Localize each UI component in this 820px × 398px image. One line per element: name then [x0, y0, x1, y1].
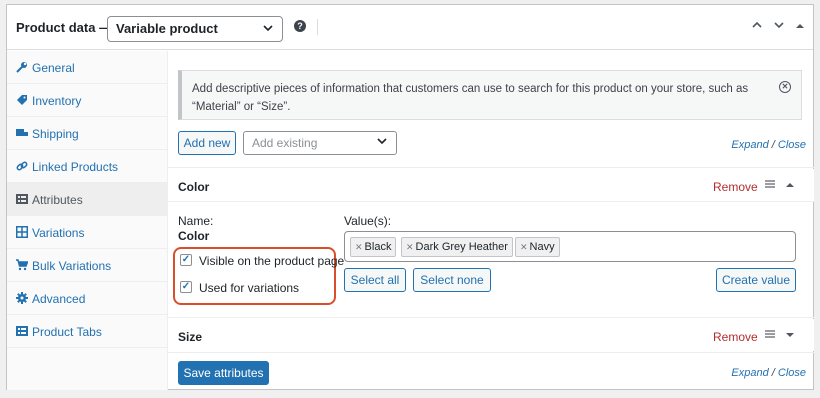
expand-close-links: Expand / Close: [731, 367, 806, 379]
tab-shipping-label: Shipping: [32, 127, 79, 141]
tab-advanced-label: Advanced: [32, 292, 86, 306]
select-all-button[interactable]: Select all: [344, 268, 406, 292]
used-for-variations-checkbox[interactable]: ✓: [180, 281, 192, 293]
close-icon[interactable]: ✕: [779, 81, 791, 93]
tab-product-tabs[interactable]: Product Tabs: [7, 315, 167, 348]
gear-icon: [16, 292, 28, 304]
product-data-header: Product data — Variable product ?: [7, 5, 813, 50]
grid-icon: [16, 226, 28, 238]
tab-inventory[interactable]: Inventory: [7, 84, 167, 117]
divider: [168, 201, 814, 202]
values-multiselect[interactable]: ✕ Black ✕ Dark Grey Heather ✕ Navy: [344, 231, 796, 262]
remove-attribute-link[interactable]: Remove: [713, 180, 758, 194]
value-tag[interactable]: ✕ Black: [350, 237, 397, 257]
tab-inventory-label: Inventory: [32, 94, 82, 108]
header-divider: [317, 19, 318, 35]
info-notice: Add descriptive pieces of information th…: [178, 70, 802, 120]
chevron-down-icon: [262, 22, 274, 37]
truck-icon: [16, 127, 28, 139]
attribute-header-size[interactable]: Size Remove: [168, 319, 814, 351]
tab-variations[interactable]: Variations: [7, 216, 167, 249]
product-data-tabs: General Inventory Shipping Linked Produc…: [7, 51, 168, 390]
expand-arrow-icon[interactable]: [785, 330, 795, 342]
expand-link[interactable]: Expand: [731, 139, 768, 151]
drag-handle-icon[interactable]: [764, 328, 776, 343]
add-existing-placeholder: Add existing: [252, 136, 318, 150]
divider: [168, 352, 814, 353]
visible-on-product-page-checkbox[interactable]: ✓: [180, 254, 192, 266]
tab-bulk-variations[interactable]: Bulk Variations: [7, 249, 167, 282]
value-tag-label: Dark Grey Heather: [415, 241, 508, 253]
tab-shipping[interactable]: Shipping: [7, 117, 167, 150]
info-notice-text: Add descriptive pieces of information th…: [192, 83, 749, 113]
table-icon: [16, 325, 28, 337]
add-existing-select[interactable]: Add existing: [243, 131, 397, 155]
value-tag-label: Navy: [529, 241, 555, 253]
remove-tag-icon[interactable]: ✕: [406, 242, 414, 252]
tag-icon: [16, 94, 28, 106]
tab-linked-products[interactable]: Linked Products: [7, 150, 167, 183]
value-tag-label: Black: [364, 241, 392, 253]
tab-attributes-label: Attributes: [32, 193, 83, 207]
attribute-name-value: Color: [178, 229, 210, 243]
remove-tag-icon[interactable]: ✕: [520, 242, 528, 252]
product-data-title: Product data —: [16, 20, 113, 35]
close-link[interactable]: Close: [778, 139, 806, 151]
save-attributes-button[interactable]: Save attributes: [178, 361, 269, 385]
close-link[interactable]: Close: [778, 367, 806, 379]
values-label: Value(s):: [344, 214, 392, 228]
product-type-select[interactable]: Variable product: [107, 16, 283, 42]
remove-tag-icon[interactable]: ✕: [355, 242, 363, 252]
drag-handle-icon[interactable]: [764, 178, 776, 193]
tab-product-tabs-label: Product Tabs: [32, 325, 102, 339]
create-value-button[interactable]: Create value: [716, 268, 796, 292]
tab-general[interactable]: General: [7, 51, 167, 84]
link-separator: /: [771, 139, 775, 151]
chevron-down-icon: [376, 135, 388, 150]
attribute-name: Color: [178, 180, 210, 194]
attribute-header-color[interactable]: Color Remove: [168, 169, 814, 201]
divider: [168, 167, 814, 168]
visible-on-product-page-label: Visible on the product page: [199, 254, 345, 268]
attribute-name: Size: [178, 330, 203, 344]
tab-advanced[interactable]: Advanced: [7, 282, 167, 315]
tab-bulk-variations-label: Bulk Variations: [32, 259, 112, 273]
tab-general-label: General: [32, 61, 75, 75]
add-new-button[interactable]: Add new: [178, 131, 236, 155]
move-up-icon[interactable]: [751, 18, 763, 34]
product-data-panel: Product data — Variable product ? Genera…: [6, 4, 814, 390]
tab-variations-label: Variations: [32, 226, 85, 240]
collapse-arrow-icon[interactable]: [785, 180, 795, 192]
list-icon: [16, 193, 28, 205]
select-none-button[interactable]: Select none: [413, 268, 491, 292]
move-down-icon[interactable]: [773, 18, 785, 34]
collapse-panel-icon[interactable]: [795, 18, 805, 34]
wrench-icon: [16, 61, 28, 73]
product-type-value: Variable product: [116, 21, 218, 36]
cart-icon: [16, 259, 29, 271]
expand-link[interactable]: Expand: [731, 367, 768, 379]
link-icon: [16, 160, 28, 172]
help-icon[interactable]: ?: [294, 20, 306, 32]
remove-attribute-link[interactable]: Remove: [713, 330, 758, 344]
value-tag[interactable]: ✕ Dark Grey Heather: [401, 237, 513, 257]
tab-linked-products-label: Linked Products: [32, 160, 119, 174]
attribute-name-label: Name:: [178, 214, 214, 228]
value-tag[interactable]: ✕ Navy: [515, 237, 560, 257]
divider: [168, 317, 814, 318]
expand-close-links: Expand / Close: [731, 139, 806, 151]
used-for-variations-label: Used for variations: [199, 281, 300, 295]
tab-attributes[interactable]: Attributes: [7, 183, 167, 216]
attributes-panel: Add descriptive pieces of information th…: [168, 51, 814, 390]
link-separator: /: [771, 367, 775, 379]
